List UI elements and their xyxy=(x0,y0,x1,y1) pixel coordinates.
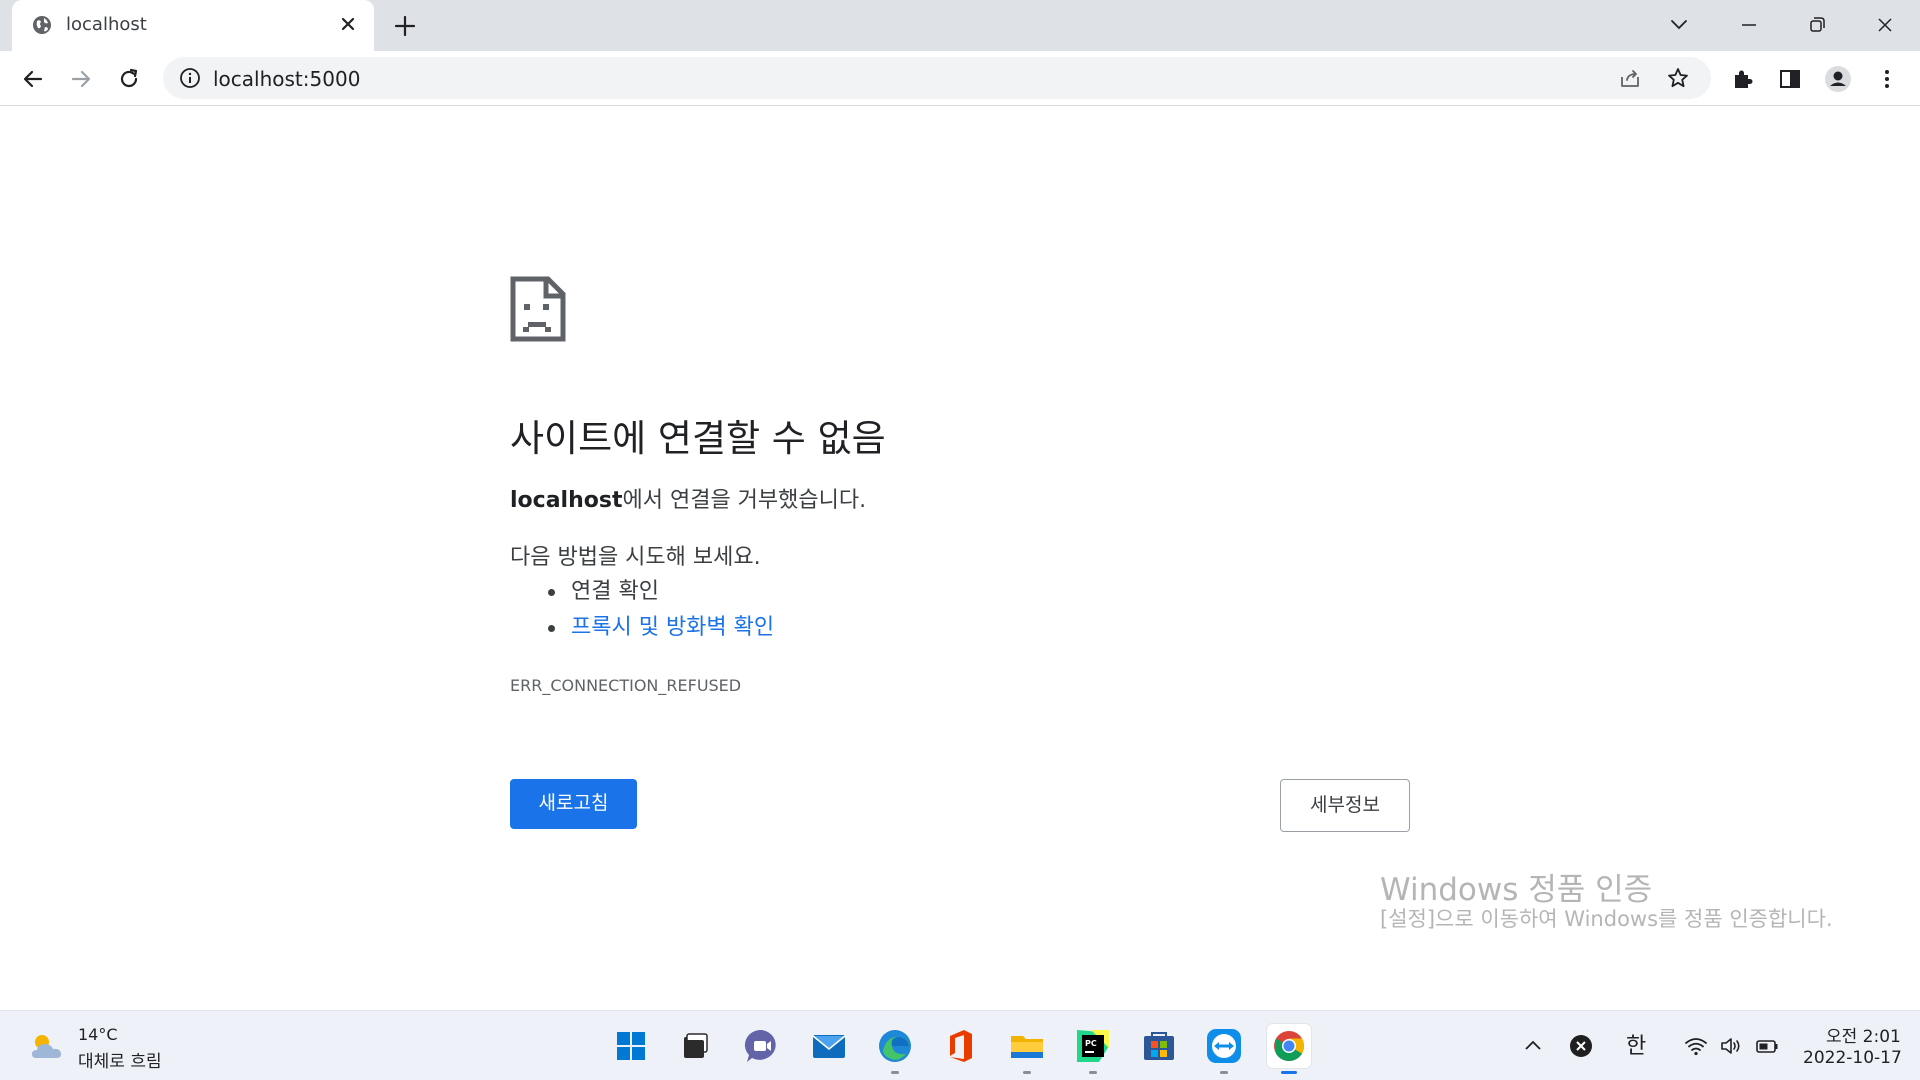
suggestion-check-proxy-firewall-link[interactable]: 프록시 및 방화벽 확인 xyxy=(548,610,774,646)
globe-icon xyxy=(33,16,51,34)
window-close-icon[interactable] xyxy=(1870,10,1900,40)
teamviewer-icon[interactable] xyxy=(1202,1024,1246,1074)
chevron-up-icon[interactable] xyxy=(1520,1033,1546,1059)
partly-cloudy-icon[interactable] xyxy=(28,1030,66,1062)
error-page: 사이트에 연결할 수 없음 localhost에서 연결을 거부했습니다. 다음… xyxy=(0,106,1920,1010)
clock-time[interactable]: 오전 2:01 xyxy=(1826,1022,1901,1047)
url-text[interactable]: localhost:5000 xyxy=(213,67,360,91)
pycharm-icon[interactable]: PC xyxy=(1071,1024,1115,1074)
more-vert-icon[interactable] xyxy=(1872,64,1902,94)
close-icon[interactable] xyxy=(336,12,360,36)
new-tab-button[interactable] xyxy=(392,13,418,39)
error-description-suffix: 에서 연결을 거부했습니다. xyxy=(622,488,867,513)
svg-text:PC: PC xyxy=(1085,1039,1097,1048)
chat-icon[interactable] xyxy=(740,1024,784,1068)
star-icon[interactable] xyxy=(1666,66,1690,90)
volume-icon[interactable] xyxy=(1718,1033,1744,1059)
minimize-icon[interactable] xyxy=(1734,10,1764,40)
running-indicator xyxy=(1220,1071,1228,1074)
profile-avatar-icon[interactable] xyxy=(1823,64,1853,94)
address-bar[interactable]: localhost:5000 xyxy=(163,57,1711,99)
suggestions-list: 연결 확인 프록시 및 방화벽 확인 xyxy=(548,574,774,646)
browser-toolbar: localhost:5000 xyxy=(0,51,1920,106)
wifi-icon[interactable] xyxy=(1683,1033,1709,1059)
activation-watermark-title: Windows 정품 인증 xyxy=(1380,872,1653,908)
suggestion-check-connection: 연결 확인 xyxy=(548,574,774,610)
share-icon[interactable] xyxy=(1618,66,1642,90)
error-code: ERR_CONNECTION_REFUSED xyxy=(510,676,742,695)
edge-icon[interactable] xyxy=(873,1024,917,1074)
running-indicator xyxy=(891,1071,899,1074)
details-button[interactable]: 세부정보 xyxy=(1280,779,1410,832)
restore-icon[interactable] xyxy=(1802,10,1832,40)
info-icon[interactable] xyxy=(179,67,201,89)
file-explorer-icon[interactable] xyxy=(1005,1024,1049,1074)
tab-strip: localhost xyxy=(0,0,1920,51)
weather-condition[interactable]: 대체로 흐림 xyxy=(78,1047,162,1072)
weather-temperature[interactable]: 14°C xyxy=(78,1025,118,1044)
tab-title: localhost xyxy=(66,14,147,35)
store-icon[interactable] xyxy=(1137,1024,1181,1068)
clock-date[interactable]: 2022-10-17 xyxy=(1803,1048,1902,1068)
running-indicator xyxy=(1023,1071,1031,1074)
office-icon[interactable] xyxy=(938,1024,982,1068)
tab-localhost[interactable]: localhost xyxy=(12,0,374,51)
battery-icon[interactable] xyxy=(1754,1033,1780,1059)
extensions-puzzle-icon[interactable] xyxy=(1728,64,1758,94)
back-arrow-icon[interactable] xyxy=(18,64,48,94)
reload-button[interactable]: 새로고침 xyxy=(510,779,637,829)
chevron-down-icon[interactable] xyxy=(1664,10,1694,40)
suggestions-heading: 다음 방법을 시도해 보세요. xyxy=(510,545,761,570)
error-host: localhost xyxy=(510,488,623,513)
close-circle-icon[interactable] xyxy=(1568,1033,1594,1059)
running-indicator xyxy=(1089,1071,1097,1074)
running-indicator xyxy=(1281,1071,1297,1074)
forward-arrow-icon[interactable] xyxy=(66,64,96,94)
start-icon[interactable] xyxy=(609,1024,653,1068)
error-title: 사이트에 연결할 수 없음 xyxy=(510,417,886,460)
task-view-icon[interactable] xyxy=(673,1024,717,1068)
sad-document-icon xyxy=(510,276,566,342)
mail-icon[interactable] xyxy=(807,1024,851,1068)
reload-icon[interactable] xyxy=(114,64,144,94)
side-panel-icon[interactable] xyxy=(1775,64,1805,94)
activation-watermark-body: [설정]으로 이동하여 Windows를 정품 인증합니다. xyxy=(1380,907,1833,931)
error-description: localhost에서 연결을 거부했습니다. xyxy=(510,482,866,514)
ime-indicator[interactable]: 한 xyxy=(1626,1028,1646,1060)
taskbar: 14°C 대체로 흐림 PC 한 오전 2:01 2022-10-17 xyxy=(0,1010,1920,1080)
chrome-icon[interactable] xyxy=(1267,1024,1311,1074)
